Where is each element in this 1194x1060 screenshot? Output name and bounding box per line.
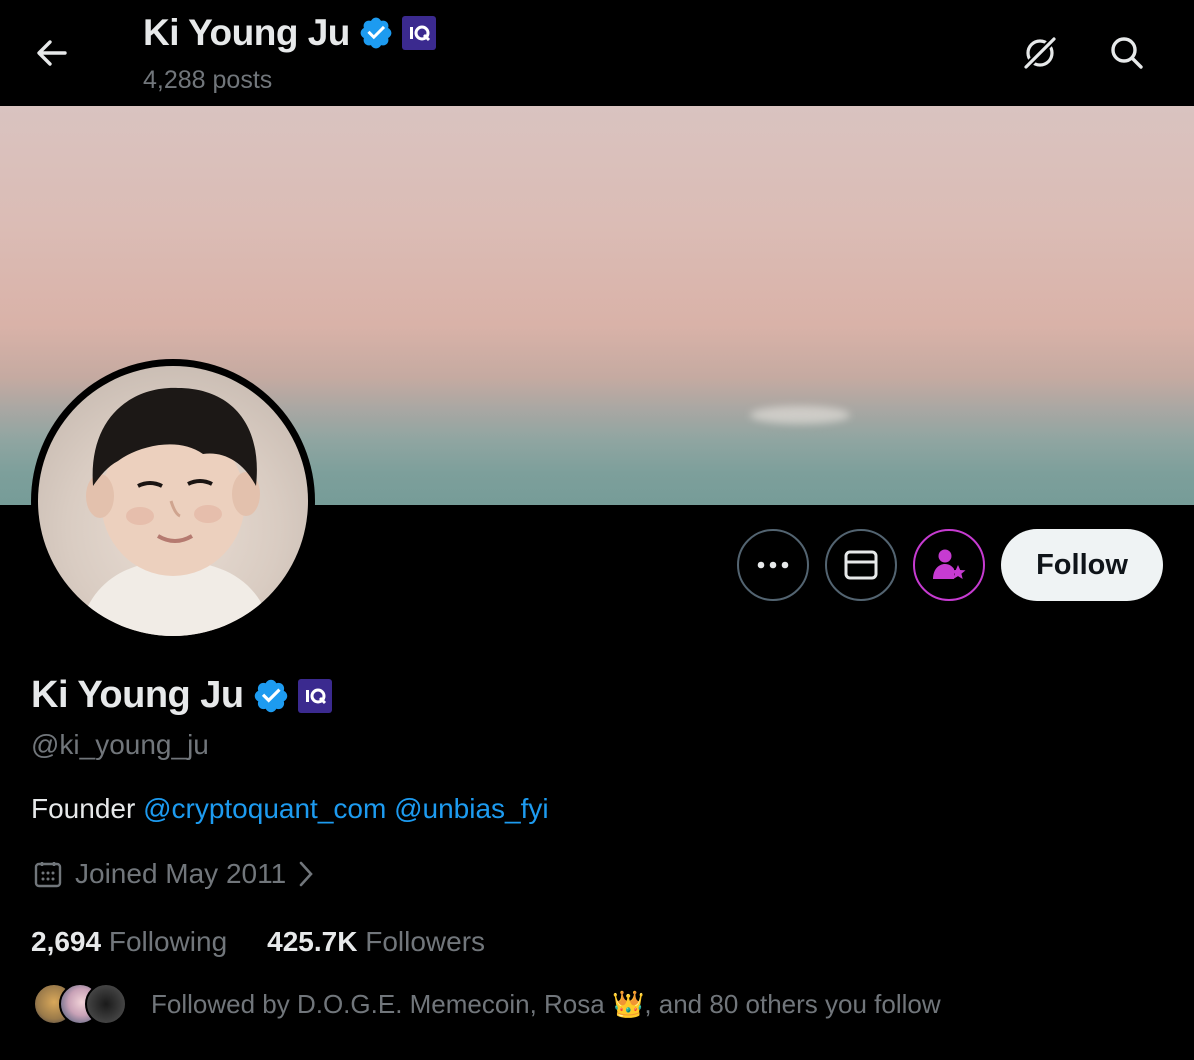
grok-slash-icon (1023, 36, 1057, 70)
posts-count: 4,288 posts (143, 66, 273, 94)
verified-badge-icon[interactable] (252, 677, 290, 715)
followed-by-text: Followed by D.O.G.E. Memecoin, Rosa 👑, a… (151, 988, 941, 1019)
more-button[interactable] (737, 529, 809, 601)
back-button[interactable] (30, 33, 74, 73)
followers-count: 425.7K (267, 926, 358, 957)
verified-badge-icon (360, 17, 392, 49)
subscribe-person-star-icon (933, 549, 966, 579)
envelope-icon (844, 550, 878, 580)
affiliate-badge-icon (401, 16, 436, 50)
followed-by-avatars (33, 983, 127, 1025)
profile-name: Ki Young Ju (31, 674, 244, 716)
following-stat[interactable]: 2,694 Following (31, 926, 227, 958)
joined-date[interactable]: Joined May 2011 (33, 858, 314, 890)
profile-bio: Founder @cryptoquant_com @unbias_fyi (31, 793, 549, 825)
chevron-right-icon (299, 861, 313, 887)
header-title-row: Ki Young Ju (143, 12, 436, 54)
bio-link-cryptoquant[interactable]: @cryptoquant_com (143, 793, 386, 824)
follow-stats: 2,694 Following 425.7K Followers (31, 926, 485, 958)
header-title: Ki Young Ju (143, 12, 350, 53)
followers-label: Followers (365, 926, 486, 957)
followed-by[interactable]: Followed by D.O.G.E. Memecoin, Rosa 👑, a… (33, 983, 941, 1025)
following-count: 2,694 (31, 926, 102, 957)
profile-handle: @ki_young_ju (31, 729, 209, 760)
following-label: Following (108, 926, 228, 957)
banner-cloud (750, 406, 850, 424)
calendar-icon (34, 862, 62, 888)
grok-button[interactable] (1017, 30, 1063, 76)
search-button[interactable] (1104, 30, 1150, 76)
bio-text: Founder (31, 793, 144, 824)
profile-avatar[interactable] (31, 359, 315, 643)
joined-text: Joined May 2011 (75, 858, 287, 889)
search-icon (1111, 37, 1143, 69)
affiliate-badge-icon[interactable] (297, 678, 332, 713)
bio-link-unbias[interactable]: @unbias_fyi (394, 793, 549, 824)
arrow-left-icon (37, 40, 67, 66)
follow-button[interactable]: Follow (1001, 529, 1163, 601)
subscribe-button[interactable] (913, 529, 985, 601)
profile-name-row: Ki Young Ju (31, 674, 332, 717)
message-button[interactable] (825, 529, 897, 601)
more-icon (757, 561, 789, 569)
follower-avatar (85, 983, 127, 1025)
child-portrait-image (78, 387, 273, 636)
followers-stat[interactable]: 425.7K Followers (267, 926, 485, 958)
top-bar: Ki Young Ju 4,288 posts (0, 0, 1194, 106)
avatar-photo (38, 366, 308, 636)
